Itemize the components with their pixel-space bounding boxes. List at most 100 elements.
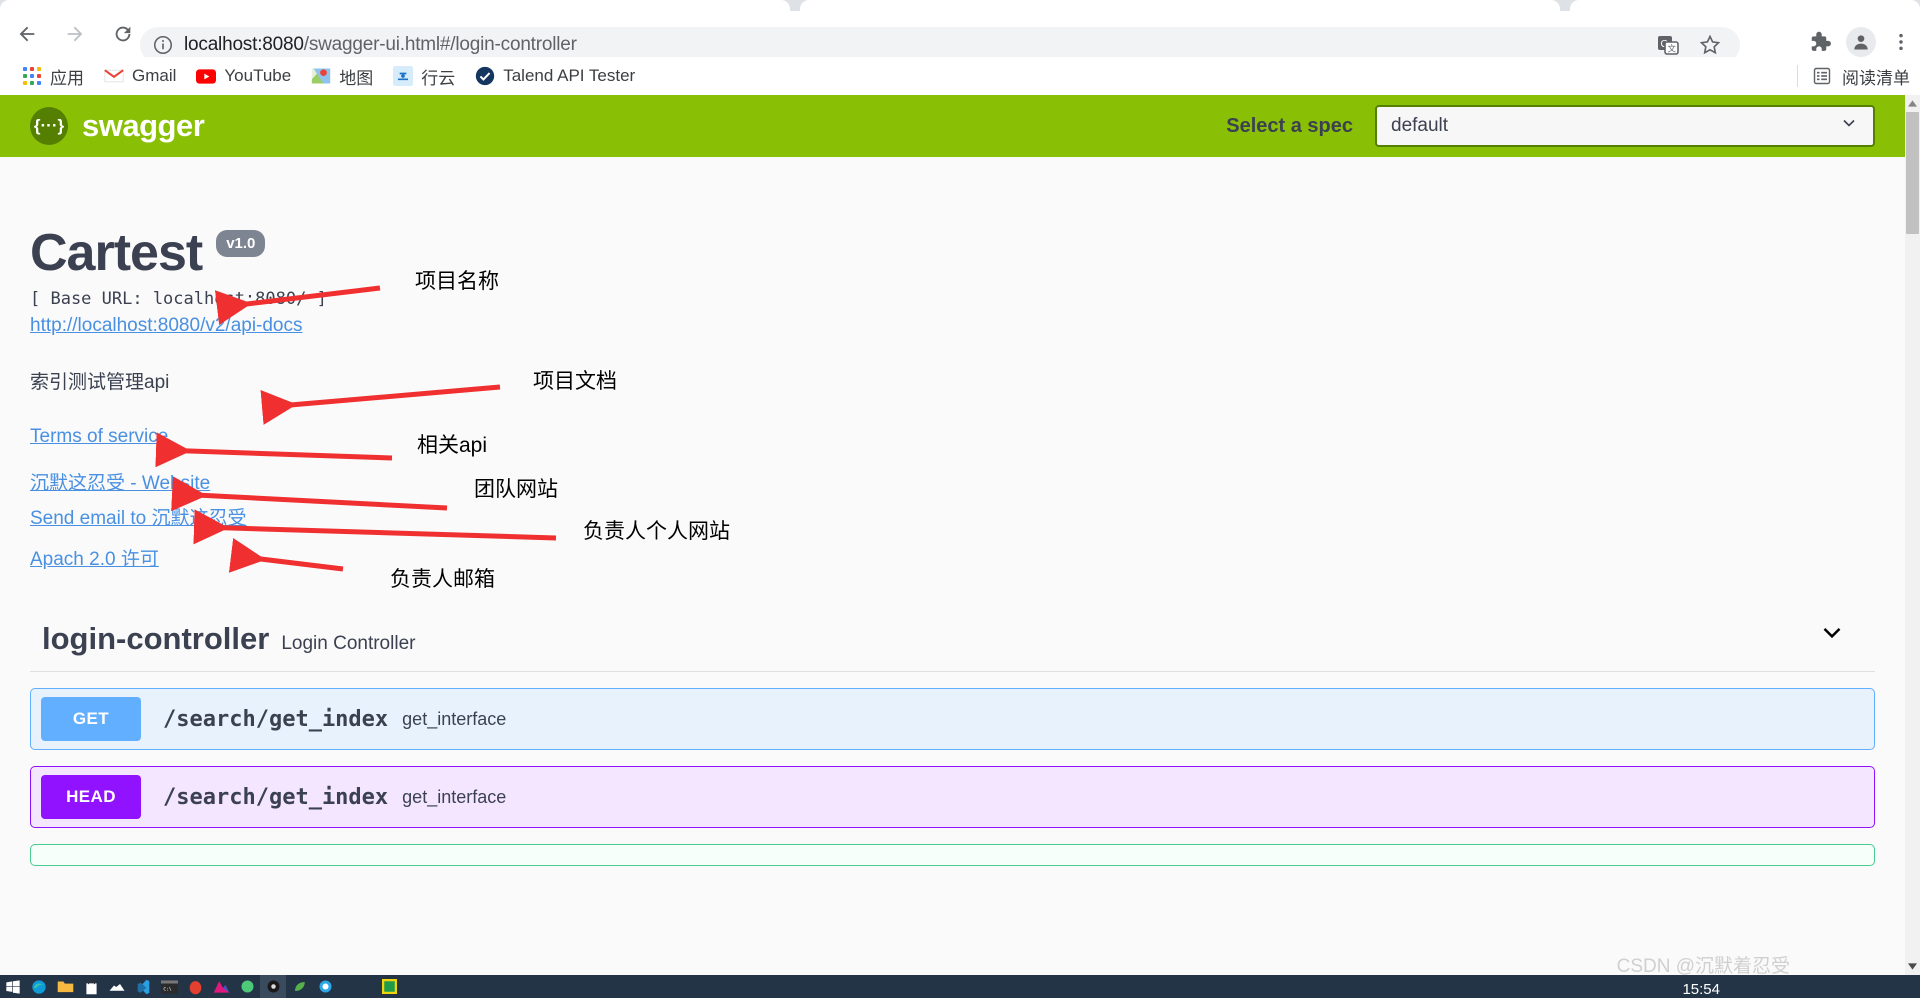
reading-list-button[interactable]: 阅读清单 [1797,64,1910,89]
api-description: 索引测试管理api [30,372,170,393]
bookmark-maps[interactable]: 地图 [301,61,383,92]
toolbar-right-actions [1806,27,1912,57]
swagger-logo[interactable]: {···} swagger [30,107,205,145]
bookmark-label: Gmail [132,66,177,85]
browser-tab[interactable] [800,0,1560,11]
chrome-taskbar-icon[interactable] [260,975,286,998]
chevron-down-icon [1839,113,1859,139]
http-method-badge: GET [41,697,141,741]
url-host: localhost:8080 [184,34,304,55]
visual-studio-icon[interactable] [130,975,156,998]
bookmarks-bar: 应用 Gmail YouTube 地图 行云 Talend API Tester… [0,57,1920,95]
operation-row[interactable]: HEAD /search/get_index get_interface [30,766,1875,828]
translate-icon[interactable]: G 文 [1656,33,1680,57]
operation-row-partially-visible[interactable] [30,844,1875,866]
tag-description: Login Controller [281,633,416,654]
forward-button[interactable] [54,13,96,55]
terminal-icon[interactable]: C:\ [156,975,182,998]
talend-check-icon [475,66,495,86]
windows-taskbar: C:\ 15:54 [0,975,1920,998]
api-info-block: Cartest v1.0 [ Base URL: localhost:8080/… [0,157,1905,571]
person-glyph-icon [1854,35,1868,50]
app-blue-circle-icon[interactable] [312,975,338,998]
page-viewport: {···} swagger Select a spec default Cart… [0,95,1905,975]
google-maps-icon [311,66,331,86]
scroll-up-arrow-icon[interactable] [1905,95,1920,112]
page-scrollbar[interactable] [1905,95,1920,975]
profile-avatar-icon[interactable] [1846,27,1876,57]
csdn-watermark: CSDN @沉默着忍受 [1616,956,1790,977]
address-bar-text: localhost:8080/swagger-ui.html#/login-co… [184,34,577,56]
url-path: /swagger-ui.html#/login-controller [303,34,577,55]
operation-row[interactable]: GET /search/get_index get_interface [30,688,1875,750]
app-red-icon[interactable] [182,975,208,998]
onedrive-icon[interactable] [104,975,130,998]
api-title-row: Cartest v1.0 [30,227,1875,279]
chrome-menu-icon[interactable] [1890,29,1912,55]
file-explorer-icon[interactable] [52,975,78,998]
svg-text:C:\: C:\ [163,986,172,992]
base-url-text: [ Base URL: localhost:8080/ ] [30,289,327,309]
site-info-icon[interactable] [152,34,174,56]
browser-toolbar: localhost:8080/swagger-ui.html#/login-co… [0,11,1920,63]
reload-button[interactable] [102,13,144,55]
apps-grid-icon [22,66,42,86]
bookmark-star-icon[interactable] [1698,33,1722,57]
terms-of-service-link[interactable]: Terms of service [30,426,1875,448]
forward-arrow-icon [67,26,83,42]
http-method-badge: HEAD [41,775,141,819]
operation-summary: get_interface [402,708,507,729]
browser-tab-strip[interactable] [0,0,1920,11]
contact-website-link[interactable]: 沉默这忍受 - Website [30,468,1875,495]
taskbar-clock: 15:54 [1682,981,1720,998]
bookmark-apps[interactable]: 应用 [12,61,94,92]
bookmark-label: Talend API Tester [503,66,636,85]
bookmark-talend-api-tester[interactable]: Talend API Tester [465,63,645,89]
spec-select[interactable]: default [1375,105,1875,147]
back-arrow-icon [19,26,35,42]
reload-icon [115,26,131,42]
bookmark-youtube[interactable]: YouTube [186,63,301,89]
extensions-puzzle-icon[interactable] [1806,29,1832,55]
browser-tab[interactable] [0,0,790,11]
scrollbar-thumb[interactable] [1906,112,1919,234]
tag-section-login-controller: login-controller Login Controller GET /s… [30,611,1875,866]
youtube-icon [196,66,217,86]
reading-list-label: 阅读清单 [1842,68,1910,88]
scroll-down-arrow-icon[interactable] [1905,958,1920,975]
tag-name: login-controller [42,621,270,656]
api-docs-link[interactable]: http://localhost:8080/v2/api-docs [30,315,303,337]
app-leaf-icon[interactable] [286,975,312,998]
app-magenta-icon[interactable] [208,975,234,998]
svg-text:文: 文 [1668,44,1677,54]
back-button[interactable] [6,13,48,55]
contact-email-link[interactable]: Send email to 沉默这忍受 [30,503,1875,530]
tag-header[interactable]: login-controller Login Controller [30,611,1875,672]
bookmark-label: 行云 [421,68,456,88]
license-link[interactable]: Apach 2.0 许可 [30,544,1875,571]
page-title: Cartest [30,224,203,282]
edge-icon[interactable] [26,975,52,998]
swagger-logo-text: swagger [82,108,205,143]
bookmark-gmail[interactable]: Gmail [94,63,186,89]
version-badge: v1.0 [216,229,266,257]
xingyun-icon [393,66,414,86]
reading-list-icon [1812,66,1832,86]
bookmark-label: 地图 [339,68,374,88]
spec-selector-label: Select a spec [1226,114,1353,137]
gmail-icon [104,66,124,86]
start-button-icon[interactable] [0,975,26,998]
operation-summary: get_interface [402,786,507,807]
bookmark-label: YouTube [224,66,292,85]
operation-path: /search/get_index [163,706,389,732]
spec-selector-group: Select a spec default [1226,105,1875,147]
chevron-down-icon[interactable] [1817,617,1847,652]
app-green-icon[interactable] [234,975,260,998]
store-bag-icon[interactable] [78,975,104,998]
browser-tab[interactable] [1570,0,1920,11]
app-yellow-icon[interactable] [376,975,402,998]
swagger-logo-icon: {···} [30,107,68,145]
operation-path: /search/get_index [163,784,389,810]
swagger-topbar: {···} swagger Select a spec default [0,95,1905,157]
bookmark-xingyun[interactable]: 行云 [383,61,465,92]
